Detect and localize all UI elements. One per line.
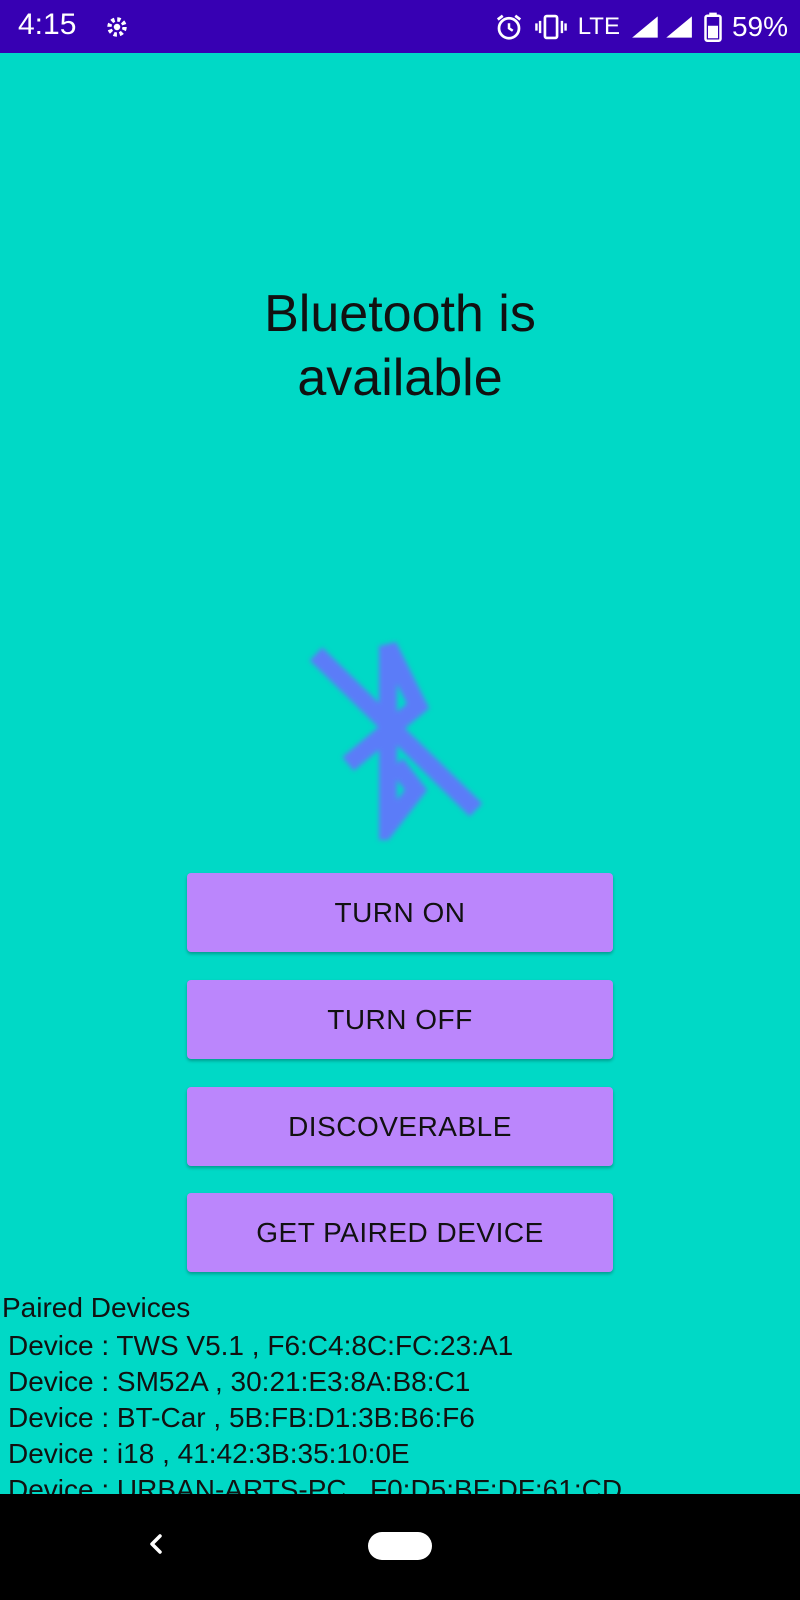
discoverable-button[interactable]: DISCOVERABLE: [187, 1087, 613, 1166]
get-paired-device-button[interactable]: GET PAIRED DEVICE: [187, 1193, 613, 1272]
bluetooth-disabled-icon: [309, 641, 483, 840]
list-item: Device : TWS V5.1 , F6:C4:8C:FC:23:A1: [8, 1330, 514, 1361]
bluetooth-status-text: Bluetooth is available: [0, 282, 800, 410]
list-item: Device : SM52A , 30:21:E3:8A:B8:C1: [8, 1366, 471, 1397]
turn-off-button[interactable]: TURN OFF: [187, 980, 613, 1059]
network-type: LTE: [577, 13, 620, 40]
vibrate-icon: [534, 14, 567, 40]
battery-percent: 59%: [731, 11, 788, 42]
navigation-bar: [0, 1494, 800, 1600]
list-item: Device : i18 , 41:42:3B:35:10:0E: [8, 1438, 410, 1469]
list-item: Device : BT-Car , 5B:FB:D1:3B:B6:F6: [8, 1402, 475, 1433]
battery-icon: [704, 12, 722, 42]
status-bar: 4:15 LTE 59%: [0, 0, 800, 53]
turn-on-button[interactable]: TURN ON: [187, 873, 613, 952]
home-pill-icon[interactable]: [368, 1532, 432, 1560]
back-icon[interactable]: [140, 1524, 170, 1564]
paired-devices-list: Device : TWS V5.1 , F6:C4:8C:FC:23:A1 De…: [8, 1328, 622, 1508]
signal-icon: [632, 16, 692, 38]
bluetooth-status-label: Bluetooth is available: [264, 285, 536, 407]
status-time: 4:15: [18, 8, 77, 41]
paired-devices-header: Paired Devices: [2, 1292, 191, 1323]
settings-gear-icon: [107, 17, 127, 37]
app-screen: 4:15 LTE 59% Bluetooth is available TURN…: [0, 0, 800, 1600]
alarm-icon: [496, 14, 521, 40]
